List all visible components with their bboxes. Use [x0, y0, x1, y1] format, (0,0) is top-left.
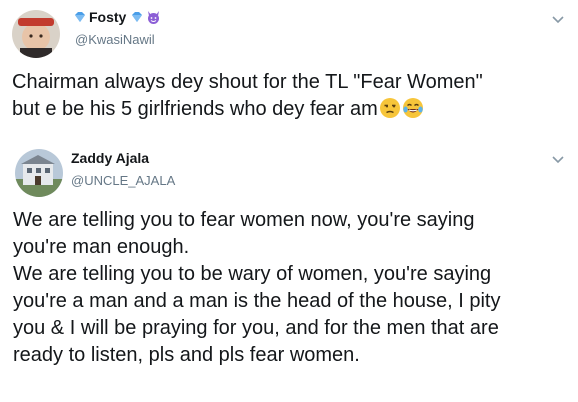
username-handle[interactable]: @UNCLE_AJALA [71, 173, 175, 188]
diamond-icon [130, 10, 144, 24]
display-name[interactable]: Fosty [89, 9, 126, 25]
chevron-down-icon[interactable] [550, 151, 566, 167]
tears-of-joy-icon [402, 97, 424, 119]
devil-icon [146, 10, 161, 25]
avatar[interactable] [15, 149, 63, 197]
tweet-text: Chairman always dey shout for the TL "Fe… [12, 69, 568, 123]
unamused-face-icon [379, 97, 401, 119]
tweet-screenshot: Fosty @KwasiNawil Chairman always dey sh… [0, 0, 578, 402]
chevron-down-icon[interactable] [550, 11, 566, 27]
display-name-row: Zaddy Ajala [71, 150, 149, 166]
avatar[interactable] [12, 10, 60, 58]
diamond-icon [73, 10, 87, 24]
display-name-row: Fosty [73, 9, 161, 25]
display-name[interactable]: Zaddy Ajala [71, 150, 149, 166]
username-handle[interactable]: @KwasiNawil [75, 32, 155, 47]
tweet-text: We are telling you to fear women now, yo… [13, 209, 501, 366]
